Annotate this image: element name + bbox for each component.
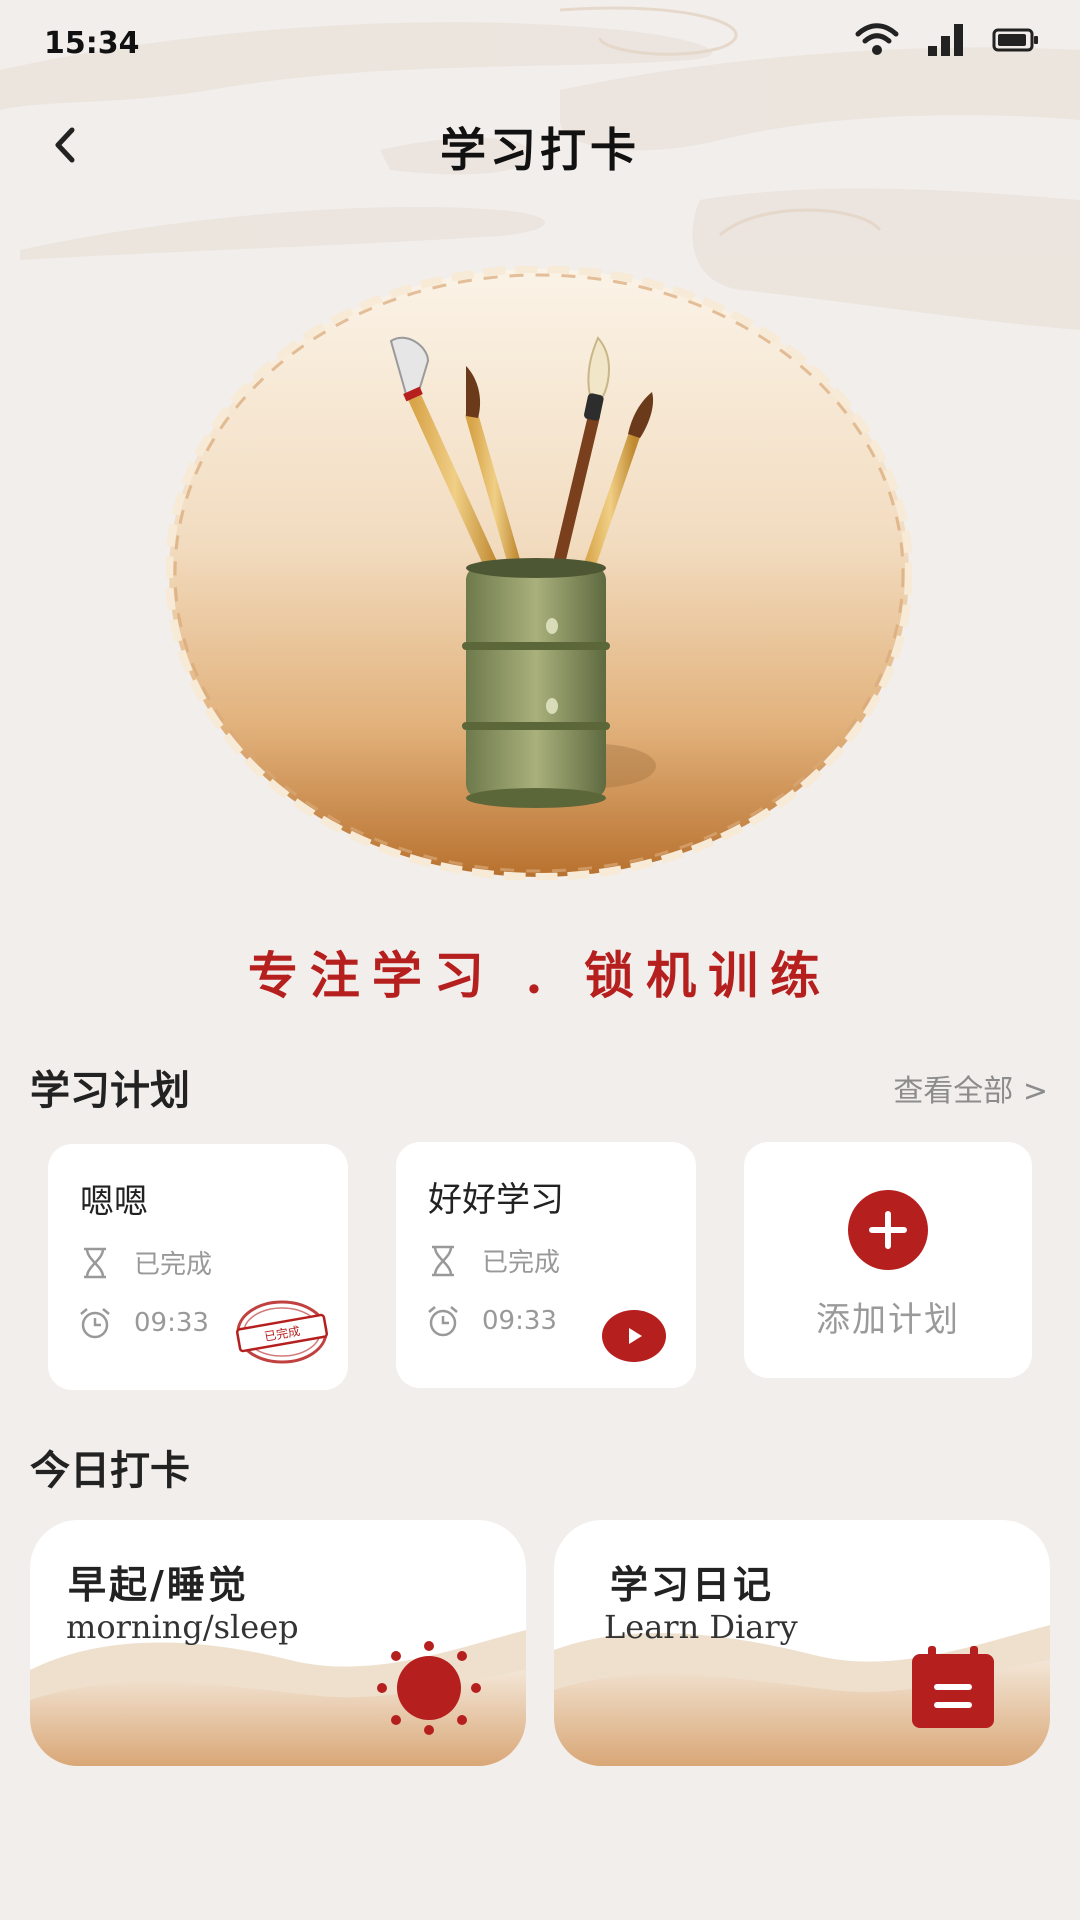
play-icon	[629, 1328, 642, 1344]
checkin-section-title: 今日打卡	[30, 1448, 190, 1494]
add-plan-card[interactable]: 添加计划	[744, 1142, 1032, 1378]
alarm-clock-icon	[78, 1306, 112, 1340]
wifi-icon	[855, 23, 899, 55]
plan-status-row: 已完成	[426, 1242, 560, 1279]
plan-time-row: 09:33	[426, 1304, 557, 1338]
sun-icon	[377, 1641, 481, 1735]
checkin-subtitle: Learn Diary	[604, 1608, 798, 1646]
nav-bar: 学习打卡	[0, 100, 1080, 190]
plan-time: 09:33	[482, 1306, 557, 1336]
plan-name: 好好学习	[428, 1180, 564, 1220]
plan-card[interactable]: 好好学习 已完成 09:33	[396, 1142, 696, 1388]
plus-icon	[869, 1211, 907, 1249]
view-all-link[interactable]: 查看全部 >	[893, 1066, 1048, 1110]
checkin-card-sleep[interactable]: 早起/睡觉 morning/sleep	[30, 1520, 526, 1766]
status-time: 15:34	[44, 26, 140, 61]
brush-holder-illustration	[166, 266, 912, 880]
status-bar: 15:34	[0, 0, 1080, 86]
plan-status: 已完成	[482, 1248, 561, 1278]
plan-time: 09:33	[134, 1308, 209, 1338]
add-plan-label: 添加计划	[816, 1300, 960, 1340]
signal-icon	[928, 24, 963, 56]
completed-stamp: 已完成	[235, 1300, 329, 1364]
slogan-text: 专注学习 . 锁机训练	[247, 946, 833, 1005]
add-plan-button[interactable]	[848, 1190, 928, 1270]
checkin-card-diary[interactable]: 学习日记 Learn Diary	[554, 1520, 1050, 1766]
checkin-title: 学习日记	[610, 1562, 775, 1607]
checkin-subtitle: morning/sleep	[66, 1608, 299, 1646]
calendar-icon	[912, 1646, 994, 1728]
plan-status-row: 已完成	[78, 1244, 212, 1281]
plan-status: 已完成	[134, 1250, 213, 1280]
plans-section-title: 学习计划	[30, 1068, 190, 1114]
alarm-clock-icon	[426, 1304, 460, 1338]
hourglass-icon	[78, 1246, 112, 1280]
battery-icon	[992, 28, 1038, 52]
checkin-title: 早起/睡觉	[68, 1562, 249, 1607]
page-title: 学习打卡	[440, 123, 640, 177]
hourglass-icon	[426, 1244, 460, 1278]
plan-time-row: 09:33	[78, 1306, 209, 1340]
status-icons	[854, 22, 1040, 58]
start-plan-button[interactable]	[602, 1310, 666, 1362]
plan-card[interactable]: 嗯嗯 已完成 09:33 已完成	[48, 1144, 348, 1390]
plan-name: 嗯嗯	[80, 1182, 148, 1222]
